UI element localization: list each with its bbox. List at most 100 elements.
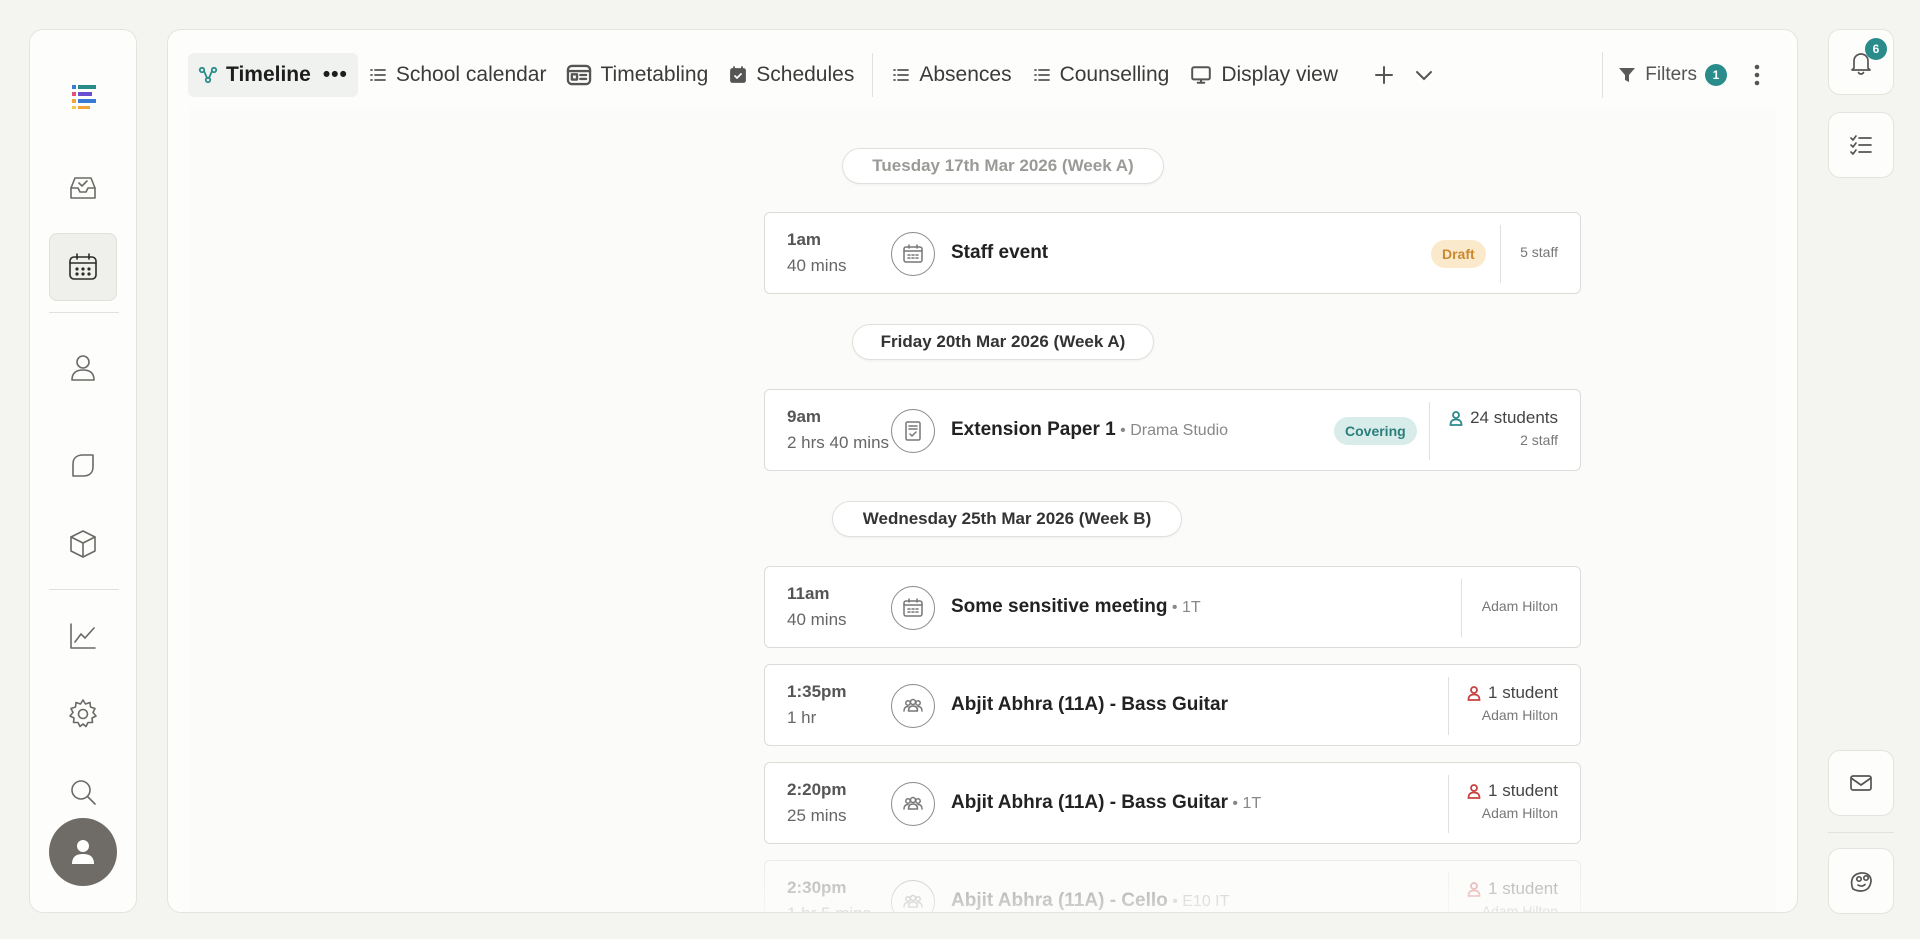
event-duration: 2 hrs 40 mins: [787, 433, 890, 452]
student-count-text: 1 student: [1488, 683, 1558, 702]
calendar-icon: [69, 253, 97, 280]
student-alert-icon: [1467, 882, 1481, 897]
calendar-check-icon: [730, 66, 747, 83]
event-title-text: Abjit Abhra (11A) - Cello: [951, 890, 1168, 911]
event-location: • 1T: [1167, 599, 1201, 616]
chevron-down-icon: [1416, 71, 1433, 81]
event-divider: [1448, 775, 1449, 833]
group-icon: [903, 698, 923, 712]
event-type-icon: [891, 232, 935, 276]
calendar-grid-icon: [903, 244, 923, 263]
user-avatar[interactable]: [49, 818, 117, 886]
event-type-icon: [891, 880, 935, 912]
vertical-dots-icon: [1754, 64, 1760, 86]
event-time: 2:20pm: [787, 780, 847, 799]
notifications-button[interactable]: 6: [1828, 29, 1894, 95]
assistant-button[interactable]: [1828, 848, 1894, 914]
inbox-check-icon: [70, 177, 96, 199]
assistant-face-icon: [1850, 872, 1872, 892]
brand-logo[interactable]: [70, 82, 98, 110]
event-time: 11am: [787, 584, 830, 603]
event-location: • E10 IT: [1167, 893, 1230, 910]
event-time: 1am: [787, 230, 822, 249]
more-options-button[interactable]: [1745, 61, 1769, 89]
nav-notes[interactable]: [49, 432, 117, 500]
list-icon: [1033, 69, 1050, 81]
monitor-icon: [1191, 66, 1212, 84]
event-title: Abjit Abhra (11A) - Cello • E10 IT: [951, 890, 1229, 912]
tab-counselling[interactable]: Counselling: [1022, 53, 1180, 97]
event-card[interactable]: 9am 2 hrs 40 mins Extension Paper 1 • Dr…: [764, 389, 1581, 471]
tab-display-view[interactable]: Display view: [1179, 53, 1348, 97]
filters-label: Filters: [1645, 64, 1697, 85]
event-student-count: 24 students: [1448, 408, 1558, 428]
tab-more-dots[interactable]: •••: [323, 63, 348, 87]
group-icon: [903, 894, 923, 908]
event-card[interactable]: 1am 40 mins Staff event Draft 5 staff: [764, 212, 1581, 294]
nav-calendar[interactable]: [49, 233, 117, 301]
add-view-button[interactable]: [1364, 55, 1404, 95]
tab-timeline[interactable]: Timeline •••: [188, 53, 358, 97]
nav-people[interactable]: [49, 334, 117, 402]
student-alert-icon: [1467, 686, 1481, 701]
event-student-count: 1 student: [1466, 781, 1558, 801]
event-card[interactable]: 2:20pm 25 mins Abjit Abhra (11A) - Bass …: [764, 762, 1581, 844]
sidebar-divider: [49, 589, 119, 590]
event-location: • Drama Studio: [1115, 422, 1229, 439]
mail-icon: [1850, 775, 1872, 791]
person-icon: [71, 355, 95, 381]
tasks-button[interactable]: [1828, 112, 1894, 178]
tab-schedules[interactable]: Schedules: [718, 53, 864, 97]
tab-absences[interactable]: Absences: [881, 53, 1021, 97]
nav-settings[interactable]: [49, 680, 117, 748]
event-duration: 25 mins: [787, 806, 847, 825]
event-title-text: Staff event: [951, 242, 1049, 263]
event-staff-name: Adam Hilton: [1481, 903, 1558, 913]
rail-divider: [1828, 832, 1894, 833]
nav-inbox[interactable]: [49, 154, 117, 222]
tab-label: School calendar: [395, 63, 547, 86]
tab-label: Display view: [1221, 63, 1339, 86]
event-title-text: Abjit Abhra (11A) - Bass Guitar: [951, 792, 1228, 813]
checklist-icon: [1850, 135, 1872, 155]
tab-school-calendar[interactable]: School calendar: [358, 53, 557, 97]
event-attendees: 1 student Adam Hilton: [1466, 781, 1558, 821]
tab-separator: [872, 53, 874, 97]
event-title-text: Extension Paper 1: [951, 419, 1116, 440]
list-icon: [893, 69, 910, 81]
event-attendees: 5 staff: [1520, 244, 1558, 260]
student-count-text: 24 students: [1470, 408, 1558, 427]
event-type-icon: [891, 684, 935, 728]
event-card[interactable]: 2:30pm 1 hr 5 mins Abjit Abhra (11A) - C…: [764, 860, 1581, 913]
notifications-count-badge: 6: [1865, 38, 1887, 60]
gear-icon: [69, 699, 97, 728]
event-card[interactable]: 1:35pm 1 hr Abjit Abhra (11A) - Bass Gui…: [764, 664, 1581, 746]
filters-button[interactable]: Filters 1: [1602, 52, 1727, 98]
sidebar-divider: [49, 312, 119, 313]
student-count-text: 1 student: [1488, 781, 1558, 800]
event-divider: [1461, 579, 1462, 637]
event-attendees: 1 student Adam Hilton: [1466, 879, 1558, 913]
event-time: 2:30pm: [787, 878, 847, 897]
messages-button[interactable]: [1828, 750, 1894, 816]
event-type-icon: [891, 409, 935, 453]
event-time: 9am: [787, 407, 822, 426]
nav-resources[interactable]: [49, 510, 117, 578]
document-check-icon: [905, 421, 921, 441]
calendar-grid-icon: [903, 598, 923, 617]
event-card[interactable]: 11am 40 mins Some sensitive meeting • 1T…: [764, 566, 1581, 648]
student-icon: [1449, 411, 1463, 426]
event-duration: 1 hr 5 mins: [787, 904, 871, 912]
event-staff-name: Adam Hilton: [1481, 707, 1558, 723]
event-location: • 1T: [1227, 795, 1262, 812]
list-icon: [369, 69, 386, 81]
event-divider: [1448, 677, 1449, 735]
tab-timetabling[interactable]: Timetabling: [556, 53, 718, 97]
search-icon: [71, 780, 96, 805]
event-title: Abjit Abhra (11A) - Bass Guitar: [951, 694, 1228, 716]
day-header: Tuesday 17th Mar 2026 (Week A): [842, 148, 1164, 184]
timetable-icon: [567, 64, 592, 86]
nav-analytics[interactable]: [49, 602, 117, 670]
more-views-button[interactable]: [1404, 55, 1444, 95]
nav-search[interactable]: [49, 758, 117, 826]
